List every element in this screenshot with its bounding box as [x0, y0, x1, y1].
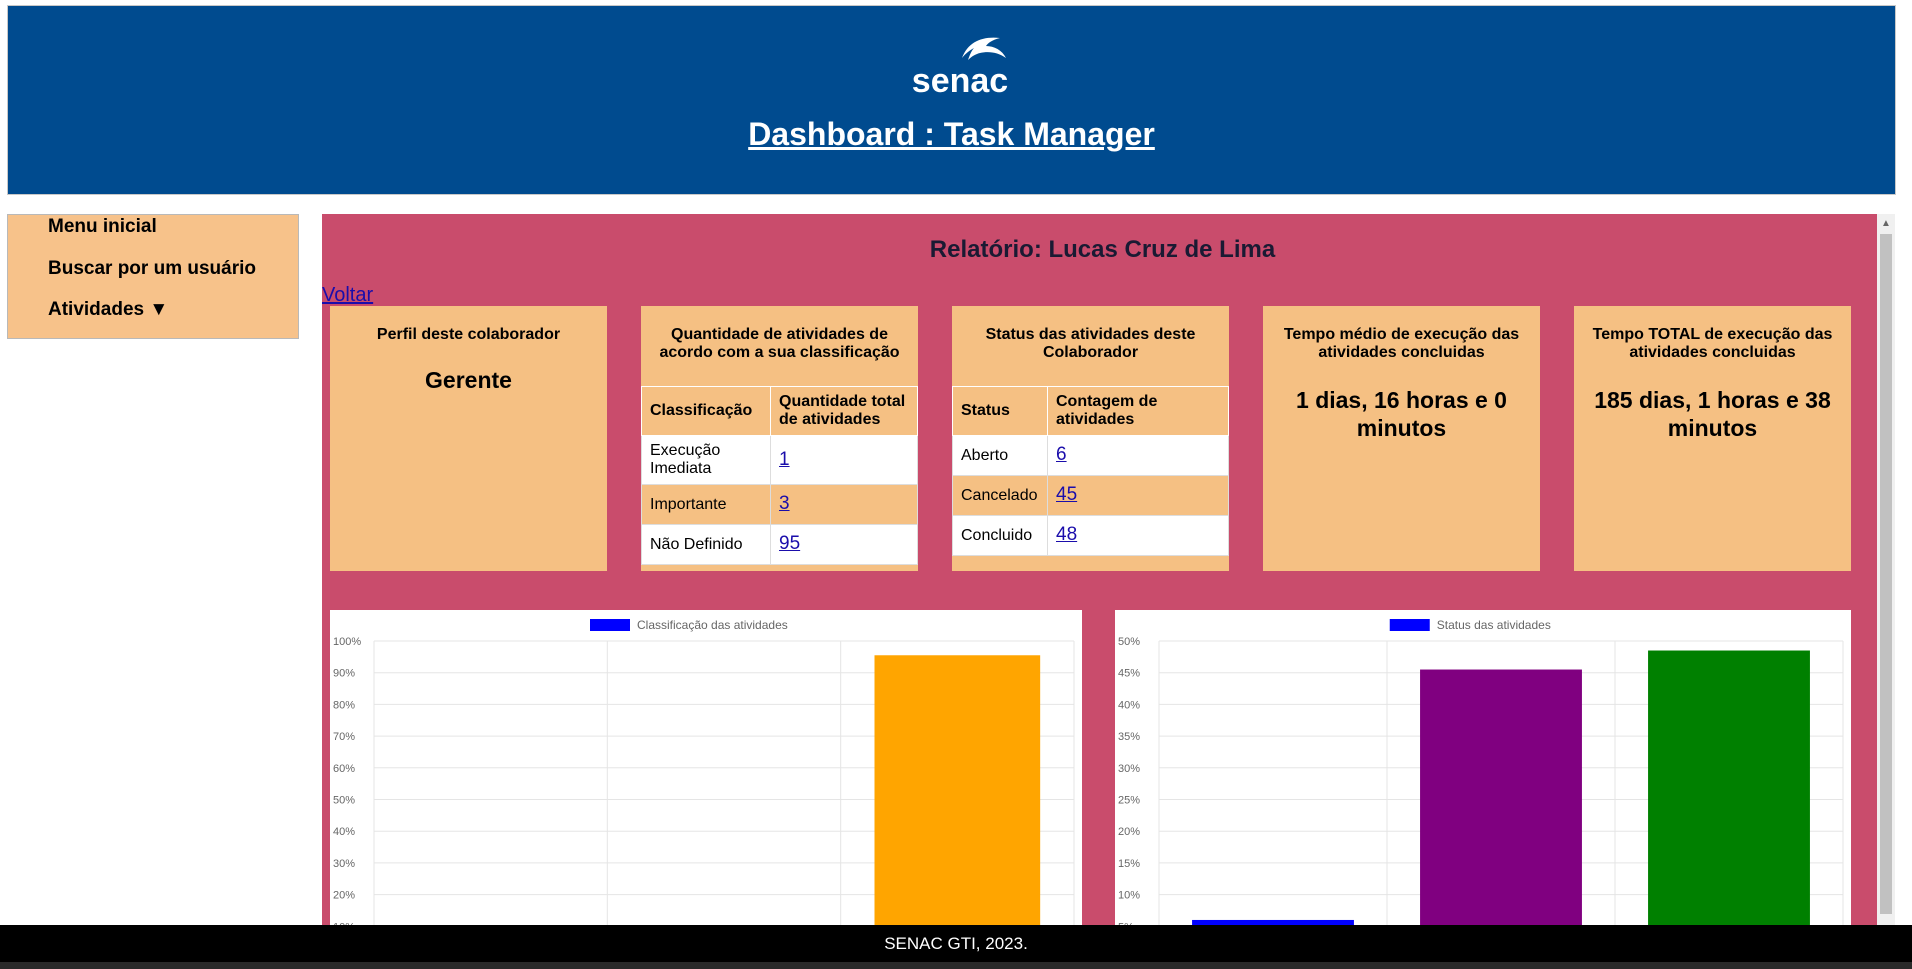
svg-text:senac: senac: [912, 62, 1008, 98]
classification-card-title: Quantidade de atividades de acordo com a…: [659, 326, 900, 361]
y-tick-label: 40%: [1118, 699, 1140, 711]
taskbar-strip: [0, 962, 1912, 969]
back-link[interactable]: Voltar: [322, 284, 373, 307]
table-cell: Aberto: [952, 435, 1048, 476]
profile-card-title: Perfil deste colaborador: [376, 326, 561, 343]
scroll-up-arrow-icon[interactable]: ▲: [1881, 218, 1891, 229]
y-tick-label: 90%: [333, 668, 355, 680]
y-tick-label: 70%: [333, 731, 355, 743]
y-tick-label: 100%: [333, 636, 361, 648]
table-cell: Importante: [641, 484, 771, 525]
count-link[interactable]: 1: [779, 449, 790, 470]
status-card: Status das atividades deste Colaborador …: [952, 306, 1229, 571]
table-row: Cancelado 45: [952, 475, 1229, 516]
legend-swatch: [1389, 619, 1430, 631]
sidebar-item-atividades-dropdown[interactable]: Atividades ▼: [48, 299, 168, 321]
count-link[interactable]: 3: [779, 493, 790, 514]
status-table: Status Contagem de atividades Aberto 6 C…: [952, 386, 1229, 556]
y-tick-label: 30%: [333, 858, 355, 870]
page-footer: SENAC GTI, 2023.: [0, 925, 1912, 962]
senac-logo: senac: [912, 37, 1008, 98]
scrollbar-thumb[interactable]: [1880, 234, 1892, 914]
legend-label: Classificação das atividades: [637, 618, 788, 632]
total-time-card-title: Tempo TOTAL de execução das atividades c…: [1592, 326, 1833, 361]
classification-card: Quantidade de atividades de acordo com a…: [641, 306, 918, 571]
sidebar-item-menu-inicial[interactable]: Menu inicial: [48, 216, 157, 238]
y-tick-label: 40%: [333, 826, 355, 838]
table-header: Classificação: [641, 386, 771, 436]
avg-time-card-title: Tempo médio de execução das atividades c…: [1283, 326, 1520, 361]
vertical-scrollbar[interactable]: ▲: [1877, 214, 1895, 925]
page-header: senac Dashboard : Task Manager: [7, 5, 1896, 195]
y-tick-label: 80%: [333, 699, 355, 711]
chart-bar: [1420, 669, 1582, 925]
report-title: Relatório: Lucas Cruz de Lima: [929, 236, 1276, 263]
profile-value: Gerente: [425, 367, 512, 393]
count-link[interactable]: 95: [779, 533, 800, 554]
count-link[interactable]: 6: [1056, 444, 1067, 465]
legend-label: Status das atividades: [1437, 618, 1551, 632]
classification-table: Classificação Quantidade total de ativid…: [641, 386, 918, 565]
classification-chart: Classificação das atividades 100% 90% 80% 70…: [330, 610, 1082, 925]
y-tick-label: 30%: [1118, 763, 1140, 775]
chart-bar: [874, 655, 1041, 925]
table-header: Contagem de atividades: [1047, 386, 1229, 436]
legend-swatch: [590, 619, 630, 631]
profile-card: Perfil deste colaborador Gerente: [330, 306, 607, 571]
avg-time-value: 1 dias, 16 horas e 0 minutos: [1296, 387, 1507, 441]
total-time-card: Tempo TOTAL de execução das atividades c…: [1574, 306, 1851, 571]
y-tick-label: 35%: [1118, 731, 1140, 743]
table-row: Importante 3: [641, 484, 918, 525]
y-tick-label: 50%: [333, 795, 355, 807]
table-header: Quantidade total de atividades: [770, 386, 918, 436]
page-title[interactable]: Dashboard : Task Manager: [8, 116, 1895, 153]
y-tick-label: 60%: [333, 763, 355, 775]
table-cell: Não Definido: [641, 524, 771, 565]
table-row: Concluido 48: [952, 515, 1229, 556]
y-tick-label: 20%: [333, 890, 355, 902]
table-cell: Concluido: [952, 515, 1048, 556]
y-tick-label: 20%: [1118, 826, 1140, 838]
avg-time-card: Tempo médio de execução das atividades c…: [1263, 306, 1540, 571]
status-card-title: Status das atividades deste Colaborador: [985, 326, 1196, 361]
y-tick-label: 25%: [1118, 795, 1140, 807]
y-tick-label: 15%: [1118, 858, 1140, 870]
chart-bar: [1648, 650, 1810, 925]
table-row: Não Definido 95: [641, 524, 918, 565]
sidebar-item-buscar-usuario[interactable]: Buscar por um usuário: [48, 258, 256, 280]
y-tick-label: 45%: [1118, 668, 1140, 680]
table-cell: Execução Imediata: [641, 435, 771, 485]
status-chart: Status das atividades 50% 45% 40% 35% 30% 25% 2…: [1115, 610, 1851, 925]
sidebar-menu: Menu inicial Buscar por um usuário Ativi…: [7, 214, 299, 339]
total-time-value: 185 dias, 1 horas e 38 minutos: [1594, 387, 1831, 441]
y-tick-label: 10%: [1118, 890, 1140, 902]
report-panel: Relatório: Lucas Cruz de Lima Voltar Per…: [322, 214, 1883, 925]
table-row: Aberto 6: [952, 435, 1229, 476]
table-row: Execução Imediata 1: [641, 435, 918, 485]
count-link[interactable]: 48: [1056, 524, 1077, 545]
count-link[interactable]: 45: [1056, 484, 1077, 505]
table-header: Status: [952, 386, 1048, 436]
y-tick-label: 50%: [1118, 636, 1140, 648]
table-cell: Cancelado: [952, 475, 1048, 516]
